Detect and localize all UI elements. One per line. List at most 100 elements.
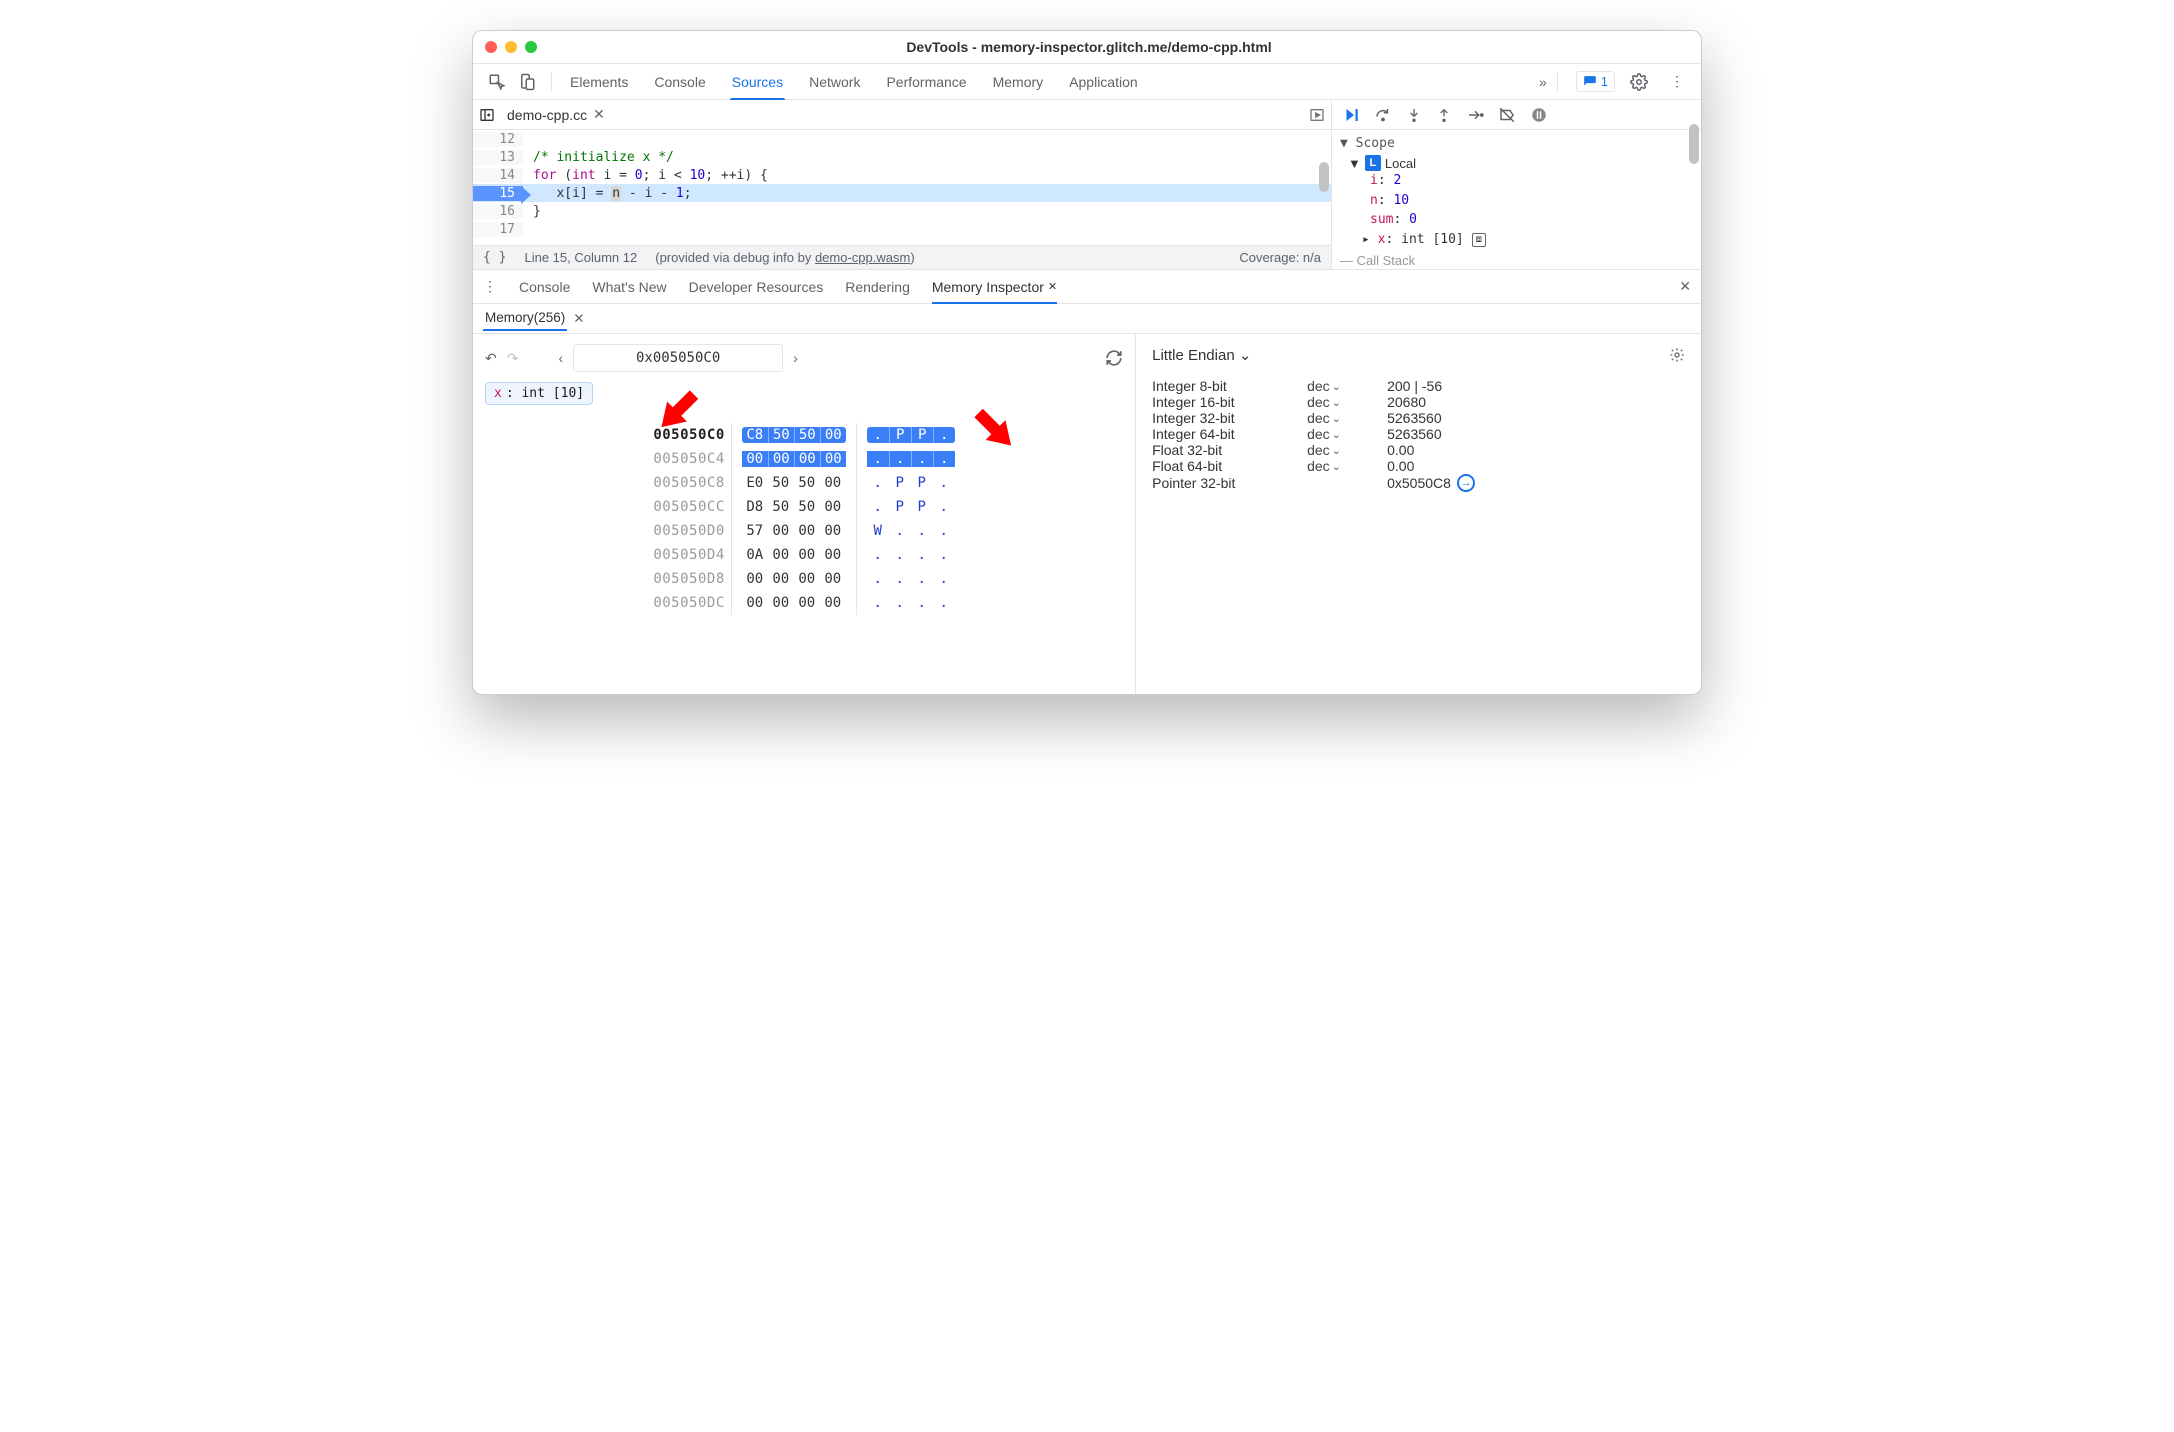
main-tab-sources[interactable]: Sources: [730, 64, 785, 99]
issues-badge[interactable]: 1: [1576, 71, 1615, 92]
value-row: Pointer 32-bit0x5050C8→: [1152, 474, 1685, 492]
code-line[interactable]: 17: [473, 220, 1331, 238]
memory-inspector-subtabs: Memory(256) ✕: [473, 304, 1701, 334]
value-representation-selector[interactable]: dec⌄: [1307, 426, 1387, 442]
value-representation-selector[interactable]: dec⌄: [1307, 410, 1387, 426]
value-type-label: Float 32-bit: [1152, 442, 1307, 458]
maximize-window-icon[interactable]: [525, 41, 537, 53]
more-panels-icon[interactable]: »: [1539, 74, 1547, 90]
reveal-in-memory-icon[interactable]: ⧈: [1472, 233, 1486, 247]
main-tab-performance[interactable]: Performance: [884, 64, 968, 99]
deactivate-breakpoints-icon[interactable]: [1498, 106, 1516, 124]
call-stack-section-title: Call Stack: [1357, 253, 1416, 268]
scope-variable[interactable]: i: 2: [1340, 171, 1693, 191]
memory-row[interactable]: 005050C400000000....: [647, 447, 960, 471]
more-menu-icon[interactable]: ⋮: [1663, 68, 1691, 96]
close-memory-tab-icon[interactable]: ✕: [573, 311, 584, 327]
scope-section-title: Scope: [1356, 136, 1395, 151]
history-back-icon[interactable]: ↶: [485, 350, 497, 367]
code-line[interactable]: 12: [473, 130, 1331, 148]
inspect-element-icon[interactable]: [483, 68, 511, 96]
value-representation-selector[interactable]: dec⌄: [1307, 458, 1387, 474]
value-display: 0.00: [1387, 458, 1414, 474]
main-tab-application[interactable]: Application: [1067, 64, 1140, 99]
step-over-icon[interactable]: [1374, 106, 1392, 124]
settings-icon[interactable]: [1625, 68, 1653, 96]
devtools-main-toolbar: Elements Console Sources Network Performance…: [473, 64, 1701, 100]
code-line[interactable]: 13/* initialize x */: [473, 148, 1331, 166]
value-row: Float 64-bitdec⌄0.00: [1152, 458, 1685, 474]
drawer-tab-developer-resources[interactable]: Developer Resources: [689, 270, 824, 303]
memory-row[interactable]: 005050CCD8505000.PP.: [647, 495, 960, 519]
scope-scrollbar[interactable]: [1689, 104, 1699, 265]
drawer-tab-what-s-new[interactable]: What's New: [592, 270, 666, 303]
window-title: DevTools - memory-inspector.glitch.me/de…: [549, 39, 1629, 55]
run-snippet-icon[interactable]: [1309, 107, 1325, 123]
value-row: Integer 32-bitdec⌄5263560: [1152, 410, 1685, 426]
cursor-position: Line 15, Column 12: [524, 250, 637, 265]
memory-byte-grid[interactable]: 005050C0C8505000.PP.005050C400000000....…: [647, 413, 960, 615]
drawer-menu-icon[interactable]: ⋮: [483, 278, 497, 295]
jump-to-pointer-icon[interactable]: →: [1457, 474, 1475, 492]
step-icon[interactable]: [1466, 106, 1484, 124]
endianness-selector[interactable]: Little Endian ⌄: [1152, 346, 1251, 364]
memory-row[interactable]: 005050C8E0505000.PP.: [647, 471, 960, 495]
code-editor[interactable]: 1213/* initialize x */14for (int i = 0; …: [473, 130, 1331, 245]
step-into-icon[interactable]: [1406, 106, 1422, 124]
page-next-icon[interactable]: ›: [793, 350, 798, 366]
refresh-icon[interactable]: [1105, 349, 1123, 367]
close-window-icon[interactable]: [485, 41, 497, 53]
value-display: 0x5050C8→: [1387, 474, 1475, 492]
main-tab-memory[interactable]: Memory: [991, 64, 1046, 99]
minimize-window-icon[interactable]: [505, 41, 517, 53]
main-tab-console[interactable]: Console: [652, 64, 707, 99]
sources-tabbar: demo-cpp.cc ✕: [473, 100, 1331, 130]
value-representation-selector[interactable]: dec⌄: [1307, 394, 1387, 410]
memory-row[interactable]: 005050D800000000....: [647, 567, 960, 591]
pretty-print-icon[interactable]: { }: [483, 250, 506, 265]
debug-info-link[interactable]: demo-cpp.wasm: [815, 250, 910, 265]
memory-row[interactable]: 005050DC00000000....: [647, 591, 960, 615]
code-line[interactable]: 14for (int i = 0; i < 10; ++i) {: [473, 166, 1331, 184]
main-panel-tabs: Elements Console Sources Network Performance…: [562, 64, 1537, 99]
close-drawer-icon[interactable]: ✕: [1679, 278, 1691, 295]
value-display: 5263560: [1387, 410, 1442, 426]
memory-row[interactable]: 005050D40A000000....: [647, 543, 960, 567]
value-representation-selector[interactable]: dec⌄: [1307, 442, 1387, 458]
issues-count: 1: [1601, 74, 1608, 89]
code-line[interactable]: 15 x[i] = n - i - 1;: [473, 184, 1331, 202]
page-prev-icon[interactable]: ‹: [558, 350, 563, 366]
memory-row[interactable]: 005050D057000000W...: [647, 519, 960, 543]
value-settings-icon[interactable]: [1669, 347, 1685, 363]
resume-icon[interactable]: [1342, 106, 1360, 124]
memory-row[interactable]: 005050C0C8505000.PP.: [647, 423, 960, 447]
pause-on-exceptions-icon[interactable]: [1530, 106, 1548, 124]
debugger-controls: [1332, 100, 1701, 130]
code-line[interactable]: 16}: [473, 202, 1331, 220]
editor-scrollbar[interactable]: [1319, 134, 1329, 241]
device-toolbar-icon[interactable]: [513, 68, 541, 96]
source-file-tab[interactable]: demo-cpp.cc ✕: [501, 106, 611, 123]
show-navigator-icon[interactable]: [479, 107, 495, 123]
value-row: Integer 8-bitdec⌄200 | -56: [1152, 378, 1685, 394]
step-out-icon[interactable]: [1436, 106, 1452, 124]
scope-variable[interactable]: n: 10: [1340, 191, 1693, 211]
main-tab-elements[interactable]: Elements: [568, 64, 630, 99]
value-representation-selector[interactable]: dec⌄: [1307, 378, 1387, 394]
coverage-status: Coverage: n/a: [1239, 250, 1321, 265]
address-input[interactable]: [573, 344, 783, 372]
close-tab-icon[interactable]: ✕: [1048, 280, 1057, 293]
drawer-tab-console[interactable]: Console: [519, 270, 570, 303]
value-display: 0.00: [1387, 442, 1414, 458]
close-file-icon[interactable]: ✕: [593, 106, 605, 123]
drawer-tab-rendering[interactable]: Rendering: [845, 270, 910, 303]
highlighted-object-chip[interactable]: x: int [10]: [485, 382, 593, 405]
drawer-tab-memory-inspector[interactable]: Memory Inspector✕: [932, 270, 1057, 303]
main-tab-network[interactable]: Network: [807, 64, 862, 99]
memory-buffer-tab[interactable]: Memory(256): [483, 306, 567, 331]
scope-variable-x[interactable]: ▸ x: int [10] ⧈: [1340, 230, 1693, 250]
devtools-window: DevTools - memory-inspector.glitch.me/de…: [472, 30, 1702, 695]
value-type-label: Integer 8-bit: [1152, 378, 1307, 394]
scope-local-header[interactable]: ▼ L Local: [1348, 155, 1693, 171]
scope-variable[interactable]: sum: 0: [1340, 210, 1693, 230]
